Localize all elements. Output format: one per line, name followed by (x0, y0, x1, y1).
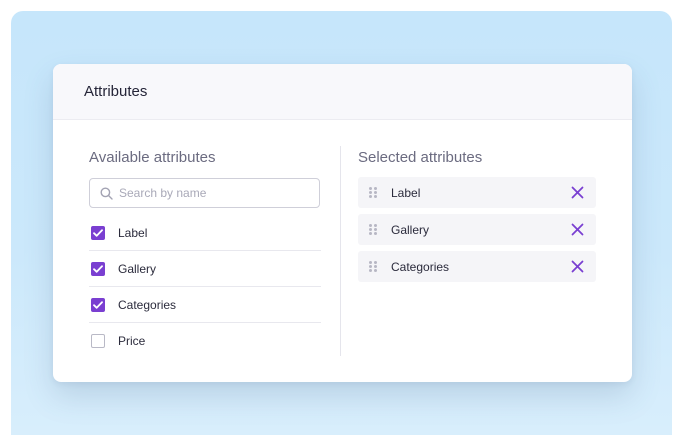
selected-attribute-text: Label (391, 185, 421, 200)
selected-attributes-list: Label Gallery Categories (358, 177, 596, 282)
selected-attribute-label[interactable]: Label (358, 177, 596, 208)
selected-attribute-text: Categories (391, 259, 450, 274)
attribute-option-text: Label (118, 225, 148, 240)
check-icon (93, 300, 103, 309)
attribute-option-categories[interactable]: Categories (89, 287, 321, 323)
attribute-option-text: Price (118, 334, 146, 348)
available-attributes-column: Available attributes Label (89, 148, 321, 359)
selected-attribute-gallery[interactable]: Gallery (358, 214, 596, 245)
close-icon[interactable] (571, 223, 584, 236)
available-attributes-title: Available attributes (89, 149, 216, 166)
available-attributes-list: Label Gallery Categories Price (89, 215, 321, 359)
selected-attributes-column: Selected attributes Label Gallery Catego… (358, 148, 596, 288)
attribute-option-text: Gallery (118, 261, 157, 276)
drag-handle-icon[interactable] (369, 260, 377, 273)
attribute-option-text: Categories (118, 297, 177, 312)
attribute-option-price[interactable]: Price (89, 323, 321, 359)
panel-header: Attributes (53, 64, 632, 120)
drag-handle-icon[interactable] (369, 223, 377, 236)
panel-title: Attributes (84, 83, 148, 100)
checkbox-checked[interactable] (91, 225, 105, 240)
selected-attribute-text: Gallery (391, 222, 430, 237)
checkbox-checked[interactable] (91, 297, 105, 312)
search-icon (100, 187, 113, 200)
checkbox-unchecked[interactable] (91, 334, 105, 348)
close-icon[interactable] (571, 260, 584, 273)
checkbox-checked[interactable] (91, 261, 105, 276)
search-input[interactable] (119, 186, 299, 200)
check-icon (93, 228, 103, 237)
attribute-option-label[interactable]: Label (89, 215, 321, 251)
attributes-panel: Attributes Available attributes Label (53, 64, 632, 382)
close-icon[interactable] (571, 186, 584, 199)
selected-attribute-categories[interactable]: Categories (358, 251, 596, 282)
check-icon (93, 264, 103, 273)
drag-handle-icon[interactable] (369, 186, 377, 199)
attribute-option-gallery[interactable]: Gallery (89, 251, 321, 287)
search-field[interactable] (89, 178, 320, 208)
column-divider (340, 146, 341, 356)
selected-attributes-title: Selected attributes (358, 149, 483, 166)
